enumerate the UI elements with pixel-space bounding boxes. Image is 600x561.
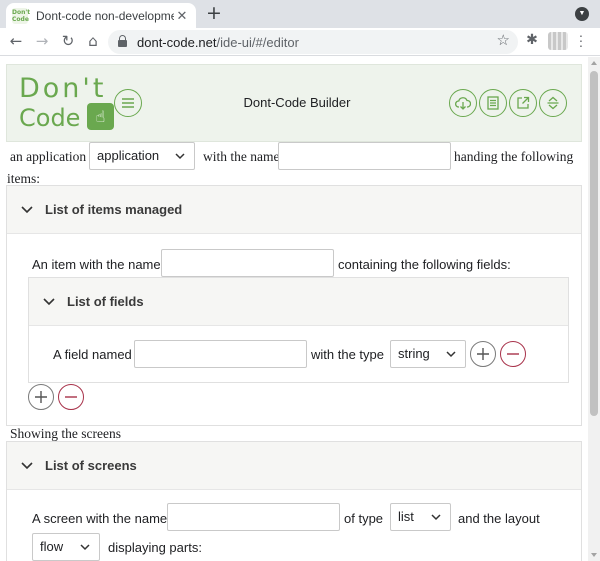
minus-icon bbox=[65, 396, 77, 398]
app-middle-label: with the name bbox=[203, 149, 280, 164]
screen-type-label: of type bbox=[344, 511, 384, 526]
field-prefix-label: A field named bbox=[53, 347, 132, 362]
item-name-input[interactable] bbox=[161, 249, 334, 277]
lock-icon bbox=[118, 35, 127, 47]
fields-panel-header[interactable]: List of fields bbox=[29, 278, 568, 326]
cloud-download-icon bbox=[455, 97, 471, 110]
screen-parts-label: displaying parts: bbox=[108, 540, 202, 555]
menu-icon[interactable]: · · · bbox=[578, 28, 584, 52]
screens-intro-label: Showing the screens bbox=[10, 426, 121, 441]
app-suffix-label: handing the following bbox=[454, 149, 574, 164]
fields-panel: List of fields A field named with the ty… bbox=[28, 277, 569, 383]
dont-code-logo: Don't Code ☝ bbox=[19, 73, 119, 133]
chevron-down-icon bbox=[175, 153, 185, 160]
expand-collapse-button[interactable] bbox=[539, 89, 567, 117]
favicon: Don't Code bbox=[12, 7, 31, 24]
open-external-icon bbox=[517, 96, 530, 109]
scroll-up-icon[interactable] bbox=[591, 61, 597, 65]
item-prefix-label: An item with the name bbox=[32, 257, 161, 272]
expand-collapse-icon bbox=[547, 96, 559, 110]
field-type-label: with the type bbox=[311, 347, 384, 362]
browser-tab[interactable]: Don't Code Dont-code non-development ✕ bbox=[6, 3, 196, 28]
items-panel-title: List of items managed bbox=[45, 202, 183, 217]
extension-icon[interactable]: ✱ bbox=[524, 32, 540, 48]
add-item-button[interactable] bbox=[28, 384, 54, 410]
tab-title: Dont-code non-development bbox=[36, 8, 174, 23]
document-button[interactable] bbox=[479, 89, 507, 117]
screens-panel-title: List of screens bbox=[45, 458, 137, 473]
items-panel-header[interactable]: List of items managed bbox=[7, 186, 581, 234]
url-host: dont-code.net bbox=[137, 34, 217, 50]
screen-layout-select[interactable]: flow bbox=[32, 533, 100, 561]
browser-toolbar: ← → ↻ ⌂ dont-code.net/ide-ui/#/editor ☆ … bbox=[0, 28, 600, 56]
chevron-down-icon bbox=[80, 544, 90, 551]
items-panel: List of items managed An item with the n… bbox=[6, 185, 582, 468]
back-arrow-icon[interactable]: ← bbox=[6, 31, 26, 51]
close-icon[interactable]: ✕ bbox=[174, 8, 190, 24]
document-icon bbox=[487, 96, 499, 110]
minus-icon bbox=[507, 353, 519, 355]
profile-avatar[interactable] bbox=[548, 32, 568, 50]
plus-icon bbox=[477, 348, 489, 360]
item-suffix-label: containing the following fields: bbox=[338, 257, 511, 272]
new-tab-icon[interactable]: + bbox=[204, 4, 224, 24]
chevron-down-icon bbox=[431, 514, 441, 521]
app-header: Don't Code ☝ Dont-Code Builder bbox=[6, 64, 582, 142]
remove-field-button[interactable] bbox=[500, 341, 526, 367]
menu-icon bbox=[122, 98, 134, 108]
cloud-download-button[interactable] bbox=[449, 89, 477, 117]
screen-name-input[interactable] bbox=[167, 503, 340, 531]
url-path: /ide-ui/#/editor bbox=[216, 34, 299, 50]
forward-arrow-icon[interactable]: → bbox=[32, 31, 52, 51]
field-name-input[interactable] bbox=[134, 340, 307, 368]
app-prefix-label: an application bbox=[10, 149, 87, 164]
field-type-select[interactable]: string bbox=[390, 340, 466, 368]
page-scrollbar[interactable] bbox=[588, 57, 600, 561]
fields-panel-title: List of fields bbox=[67, 294, 144, 309]
screen-layout-label: and the layout bbox=[458, 511, 540, 526]
reload-icon[interactable]: ↻ bbox=[58, 31, 78, 51]
hamburger-menu-button[interactable] bbox=[114, 89, 142, 117]
open-external-button[interactable] bbox=[509, 89, 537, 117]
application-type-select[interactable]: application bbox=[89, 142, 195, 170]
chevron-down-icon bbox=[43, 298, 55, 306]
tab-search-icon[interactable]: ▼ bbox=[575, 7, 589, 21]
hand-icon: ☝ bbox=[87, 103, 114, 130]
screens-panel: List of screens A screen with the name o… bbox=[6, 441, 582, 561]
screen-type-select[interactable]: list bbox=[390, 503, 451, 531]
screens-panel-header[interactable]: List of screens bbox=[7, 442, 581, 490]
screen-prefix-label: A screen with the name bbox=[32, 511, 168, 526]
home-icon[interactable]: ⌂ bbox=[83, 31, 103, 51]
scroll-thumb[interactable] bbox=[590, 71, 598, 416]
app-title: Dont-Code Builder bbox=[243, 95, 351, 110]
chevron-down-icon bbox=[446, 351, 456, 358]
scroll-down-icon[interactable] bbox=[591, 553, 597, 557]
chevron-down-icon bbox=[21, 206, 33, 214]
application-name-input[interactable] bbox=[278, 142, 451, 170]
page-viewport: Don't Code ☝ Dont-Code Builder an applic… bbox=[0, 57, 588, 561]
chevron-down-icon bbox=[21, 462, 33, 470]
plus-icon bbox=[35, 391, 47, 403]
browser-tab-strip: Don't Code Dont-code non-development ✕ +… bbox=[0, 0, 600, 28]
star-icon[interactable]: ☆ bbox=[497, 31, 510, 49]
remove-item-button[interactable] bbox=[58, 384, 84, 410]
address-bar[interactable]: dont-code.net/ide-ui/#/editor ☆ bbox=[108, 30, 518, 54]
add-field-button[interactable] bbox=[470, 341, 496, 367]
